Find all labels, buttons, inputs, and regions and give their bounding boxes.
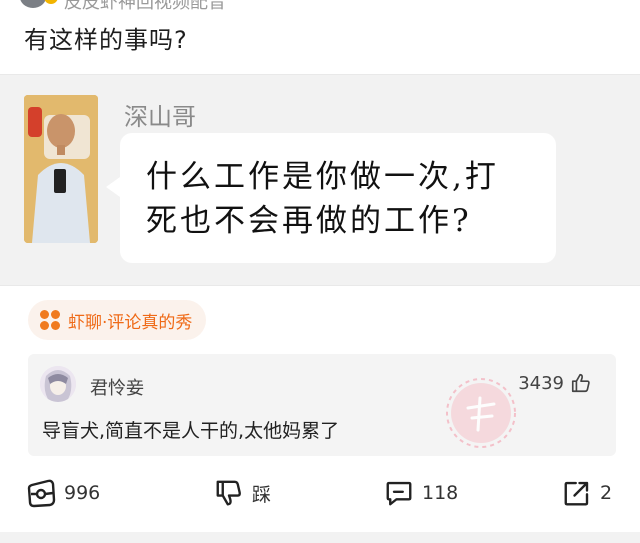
comment-count: 118 — [422, 482, 459, 504]
favorite-button[interactable]: 996 — [26, 478, 100, 508]
quote-card[interactable]: 深山哥 什么工作是你做一次,打死也不会再做的工作? — [0, 74, 640, 286]
dislike-button[interactable]: 踩 — [214, 478, 271, 508]
speech-bubble: 什么工作是你做一次,打死也不会再做的工作? — [106, 133, 556, 263]
author-name[interactable]: 深山哥 — [124, 97, 196, 132]
topic-tag-label: 虾聊·评论真的秀 — [68, 312, 193, 333]
comment-bubble-icon — [386, 481, 412, 506]
comment-button[interactable]: 118 — [384, 478, 458, 508]
flower-dots-icon — [40, 310, 60, 330]
thumbs-down-icon — [216, 480, 241, 506]
previous-header-text: 皮皮虾神回视频配音 — [64, 0, 226, 12]
comment-text: 导盲犬,简直不是人干的,太他妈累了 — [42, 420, 340, 442]
topic-tag[interactable]: 虾聊·评论真的秀 — [28, 300, 207, 340]
post-action-bar: 996 踩 118 2 — [0, 474, 640, 516]
feed-divider — [0, 532, 640, 543]
comment-like-button[interactable]: 3439 — [518, 372, 592, 394]
post-title: 有这样的事吗? — [24, 26, 188, 54]
author-photo-image — [24, 95, 98, 243]
thumbs-up-icon — [571, 373, 590, 393]
commenter-name[interactable]: 君怜妾 — [90, 374, 144, 400]
commenter-avatar[interactable] — [40, 366, 76, 402]
hot-comment[interactable]: 君怜妾 3439 导盲犬,简直不是人干的,太他妈累了 — [28, 354, 616, 456]
share-button[interactable]: 2 — [562, 478, 612, 508]
author-photo[interactable] — [24, 95, 98, 243]
share-count: 2 — [600, 482, 613, 504]
user-avatar[interactable] — [20, 0, 46, 8]
watermark-stamp-icon — [446, 378, 516, 448]
commenter-avatar-image — [40, 366, 76, 402]
previous-post-header-cut: 皮皮虾神回视频配音 — [0, 0, 640, 12]
favorite-count: 996 — [64, 482, 101, 504]
quote-text: 什么工作是你做一次,打死也不会再做的工作? — [146, 159, 499, 239]
share-arrow-icon — [564, 481, 589, 506]
dislike-label: 踩 — [252, 483, 272, 506]
pokeball-icon — [27, 479, 56, 508]
verified-badge-icon — [44, 0, 58, 4]
comment-like-count: 3439 — [518, 372, 564, 394]
